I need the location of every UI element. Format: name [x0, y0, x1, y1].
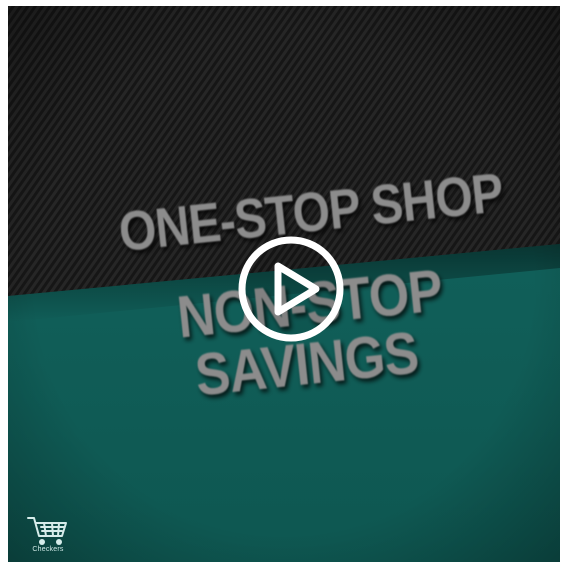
post-media-frame: ONE-STOP SHOP NON-STOP SAVINGS [0, 0, 568, 570]
video-player[interactable]: ONE-STOP SHOP NON-STOP SAVINGS [8, 6, 560, 562]
play-circle-icon [238, 236, 344, 342]
brand-name: Checkers [32, 546, 64, 553]
shopping-cart-icon [27, 517, 67, 545]
brand-logo: Checkers [22, 514, 74, 558]
play-button[interactable] [238, 236, 344, 342]
